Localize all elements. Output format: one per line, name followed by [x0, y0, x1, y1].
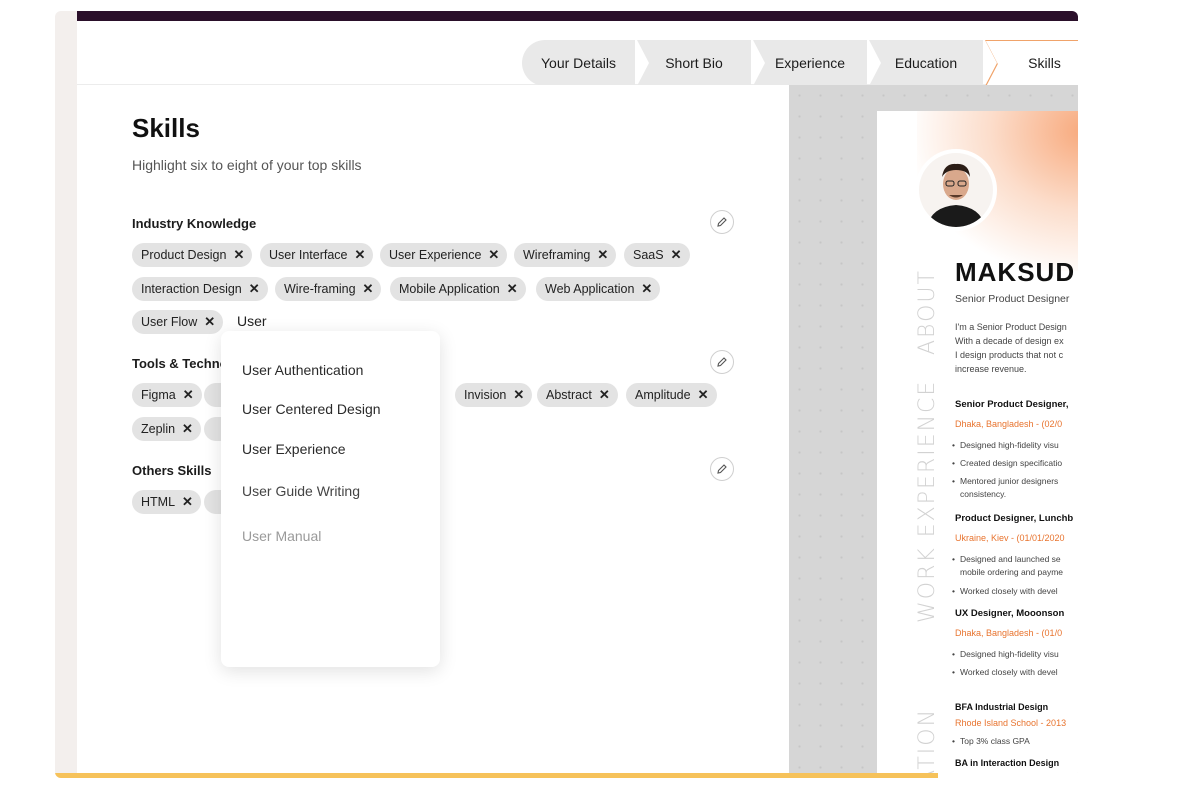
- job-bullet: Worked closely with devel: [952, 666, 1058, 680]
- remove-icon[interactable]: ✕: [599, 387, 610, 403]
- app-window: Your Details Short Bio Experience Educat…: [55, 11, 1078, 778]
- top-bar: [77, 11, 1078, 21]
- remove-icon[interactable]: ✕: [641, 281, 652, 297]
- skill-chip[interactable]: Wireframing ✕: [514, 243, 617, 267]
- person-photo: [919, 153, 993, 227]
- skill-chip[interactable]: HTML ✕: [132, 490, 201, 514]
- page-title: Skills: [132, 113, 200, 143]
- section-heading-work: WORK EXPERIENCE: [915, 379, 940, 623]
- pencil-icon: [717, 217, 727, 227]
- resume-preview: ABOUT WORK EXPERIENCE ATION MAKSUD Senio…: [877, 111, 1078, 773]
- section-heading-about: ABOUT: [915, 269, 940, 355]
- resume-role: Senior Product Designer: [955, 293, 1070, 305]
- dropdown-option[interactable]: User Experience: [242, 441, 346, 457]
- step-skills[interactable]: Skills: [985, 40, 1078, 86]
- header: Your Details Short Bio Experience Educat…: [77, 21, 1078, 86]
- bottom-progress-bar: [55, 773, 938, 778]
- job-bullet-cont: mobile ordering and payme: [960, 567, 1064, 577]
- job-title: UX Designer, Mooonson: [955, 608, 1065, 619]
- skill-chip[interactable]: Wire-framing ✕: [275, 277, 382, 301]
- remove-icon[interactable]: ✕: [507, 281, 518, 297]
- step-chevron-outline: [985, 41, 998, 86]
- dropdown-option[interactable]: User Centered Design: [242, 401, 381, 417]
- skill-chip[interactable]: User Experience ✕: [380, 243, 508, 267]
- education-meta: Rhode Island School - 2013: [955, 718, 1067, 728]
- edit-tools-button[interactable]: [710, 350, 734, 374]
- job-meta: Ukraine, Kiev - (01/01/2020: [955, 533, 1065, 543]
- left-edge: [55, 11, 77, 778]
- dropdown-option[interactable]: User Guide Writing: [242, 483, 360, 499]
- about-line: increase revenue.: [955, 364, 1027, 374]
- job-bullet: Designed high-fidelity visu: [952, 648, 1059, 662]
- skill-chip[interactable]: Mobile Application ✕: [390, 277, 526, 301]
- job-bullet-cont: consistency.: [960, 489, 1007, 499]
- remove-icon[interactable]: ✕: [597, 247, 608, 263]
- skill-chip[interactable]: Invision ✕: [455, 383, 533, 407]
- skill-chip[interactable]: User Flow ✕: [132, 310, 224, 334]
- step-education[interactable]: Education: [869, 40, 983, 86]
- remove-icon[interactable]: ✕: [488, 247, 499, 263]
- skill-chip[interactable]: Amplitude ✕: [626, 383, 717, 407]
- remove-icon[interactable]: ✕: [182, 421, 193, 437]
- autocomplete-dropdown: User Authentication User Centered Design…: [221, 331, 440, 667]
- section-heading-education: ATION: [915, 707, 940, 773]
- avatar: [915, 149, 997, 231]
- education-title: BA in Interaction Design: [955, 758, 1060, 768]
- edit-others-button[interactable]: [710, 457, 734, 481]
- pencil-icon: [717, 464, 727, 474]
- remove-icon[interactable]: ✕: [355, 247, 366, 263]
- education-bullet: Top 3% class GPA: [952, 735, 1030, 749]
- resume-name: MAKSUD: [955, 257, 1076, 287]
- edit-industry-button[interactable]: [710, 210, 734, 234]
- skill-chip[interactable]: User Interface ✕: [260, 243, 374, 267]
- remove-icon[interactable]: ✕: [183, 387, 194, 403]
- job-bullet: Designed and launched se: [952, 553, 1061, 567]
- remove-icon[interactable]: ✕: [513, 387, 524, 403]
- education-title: BFA Industrial Design: [955, 702, 1049, 712]
- skill-chip[interactable]: Zeplin ✕: [132, 417, 201, 441]
- remove-icon[interactable]: ✕: [233, 247, 244, 263]
- remove-icon[interactable]: ✕: [182, 494, 193, 510]
- step-your-details[interactable]: Your Details: [522, 40, 635, 86]
- job-meta: Dhaka, Bangladesh - (01/0: [955, 628, 1063, 638]
- step-short-bio[interactable]: Short Bio: [637, 40, 751, 86]
- dropdown-option[interactable]: User Authentication: [242, 362, 363, 378]
- skill-chip[interactable]: Interaction Design ✕: [132, 277, 268, 301]
- about-line: I'm a Senior Product Design: [955, 322, 1067, 332]
- job-bullet: Created design specificatio: [952, 457, 1062, 471]
- pencil-icon: [717, 357, 727, 367]
- job-meta: Dhaka, Bangladesh - (02/0: [955, 419, 1063, 429]
- dropdown-option[interactable]: User Manual: [242, 528, 321, 544]
- step-experience[interactable]: Experience: [753, 40, 867, 86]
- skill-chip[interactable]: Figma ✕: [132, 383, 202, 407]
- remove-icon[interactable]: ✕: [698, 387, 709, 403]
- section-label-industry: Industry Knowledge: [132, 216, 257, 231]
- skill-search-input[interactable]: User: [237, 313, 267, 329]
- stepper: Your Details Short Bio Experience Educat…: [522, 40, 1078, 86]
- remove-icon[interactable]: ✕: [363, 281, 374, 297]
- job-title: Senior Product Designer,: [955, 399, 1069, 410]
- about-line: I design products that not c: [955, 350, 1064, 360]
- remove-icon[interactable]: ✕: [249, 281, 260, 297]
- job-bullet: Mentored junior designers: [952, 475, 1058, 489]
- skill-chip[interactable]: Web Application ✕: [536, 277, 661, 301]
- remove-icon[interactable]: ✕: [204, 314, 215, 330]
- job-title: Product Designer, Lunchb: [955, 513, 1074, 524]
- remove-icon[interactable]: ✕: [671, 247, 682, 263]
- skill-chip[interactable]: Product Design ✕: [132, 243, 253, 267]
- skill-chip[interactable]: Abstract ✕: [537, 383, 618, 407]
- skill-chip[interactable]: SaaS ✕: [624, 243, 690, 267]
- page-subtitle: Highlight six to eight of your top skill…: [132, 157, 362, 173]
- section-label-others: Others Skills: [132, 463, 212, 478]
- about-line: With a decade of design ex: [955, 336, 1064, 346]
- job-bullet: Designed high-fidelity visu: [952, 439, 1059, 453]
- job-bullet: Worked closely with devel: [952, 585, 1058, 599]
